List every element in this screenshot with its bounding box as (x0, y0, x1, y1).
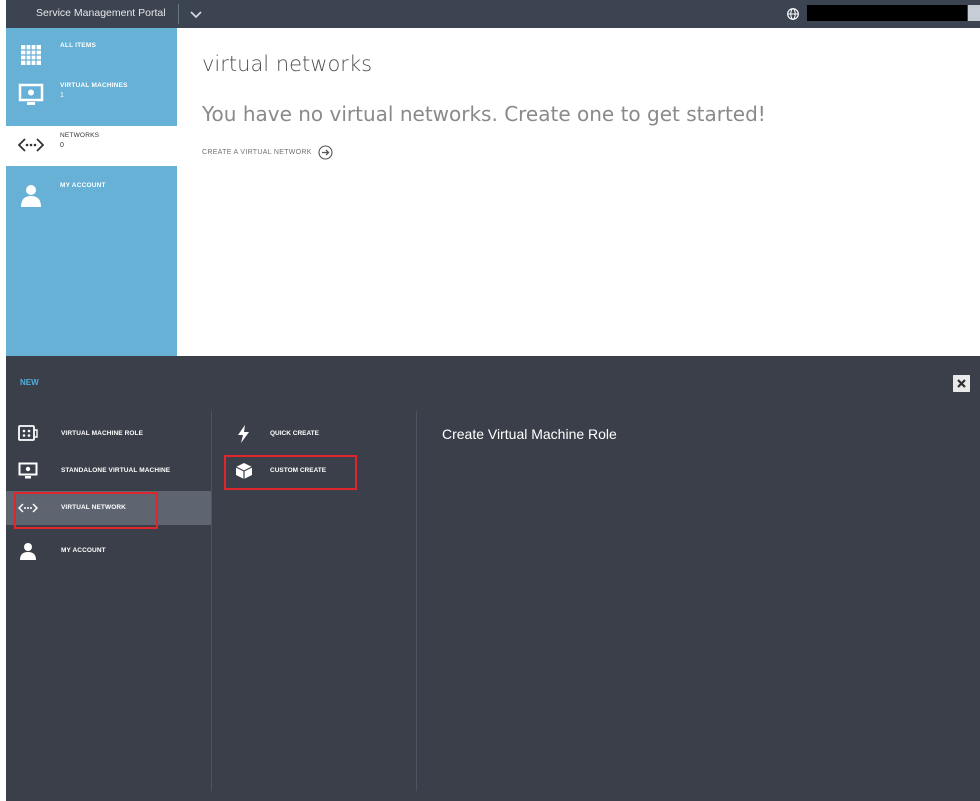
close-icon[interactable] (953, 375, 970, 392)
highlight-virtual-network (14, 492, 158, 529)
sidebar-item-label: ALL ITEMS (60, 42, 96, 49)
method-label: QUICK CREATE (270, 430, 319, 437)
monitor-icon (18, 83, 44, 105)
redacted-user-name (807, 5, 967, 21)
highlight-custom-create (224, 455, 357, 490)
lightning-icon (238, 425, 249, 443)
drawer-title: NEW (20, 378, 39, 387)
column-divider (416, 411, 417, 791)
top-bar: Service Management Portal (6, 0, 980, 28)
method-quick-create[interactable]: QUICK CREATE (218, 417, 408, 451)
category-virtual-machine-role[interactable]: VIRTUAL MACHINE ROLE (6, 417, 211, 451)
arrow-circle-icon (318, 144, 333, 160)
person-icon (20, 543, 36, 560)
sidebar-item-count: 1 (60, 92, 64, 99)
title-divider (178, 4, 179, 24)
category-my-account[interactable]: MY ACCOUNT (6, 534, 211, 568)
main-content: virtual networks You have no virtual net… (177, 28, 980, 356)
page-title: virtual networks (202, 52, 373, 76)
sidebar: ALL ITEMS VIRTUAL MACHINES 1 NETWORKS 0 … (6, 28, 177, 356)
sidebar-item-label: MY ACCOUNT (60, 182, 106, 189)
user-avatar[interactable] (968, 5, 980, 21)
vm-role-icon (18, 425, 38, 441)
app-title[interactable]: Service Management Portal (36, 7, 166, 19)
category-standalone-virtual-machine[interactable]: STANDALONE VIRTUAL MACHINE (6, 454, 211, 488)
create-virtual-network-link[interactable]: CREATE A VIRTUAL NETWORK (202, 144, 333, 160)
empty-state-message: You have no virtual networks. Create one… (202, 102, 766, 126)
new-drawer: NEW VIRTUAL MACHINE ROLE STANDALONE VIRT… (6, 356, 980, 801)
category-label: MY ACCOUNT (61, 547, 106, 554)
globe-icon[interactable] (787, 8, 799, 20)
network-icon (18, 138, 44, 152)
monitor-icon (18, 462, 38, 479)
chevron-down-icon[interactable] (188, 6, 204, 22)
sidebar-item-all-items[interactable]: ALL ITEMS (6, 36, 177, 76)
sidebar-item-networks[interactable]: NETWORKS 0 (6, 126, 177, 166)
description-title: Create Virtual Machine Role (442, 426, 617, 442)
column-divider (211, 411, 212, 791)
grid-icon (21, 45, 41, 65)
sidebar-item-virtual-machines[interactable]: VIRTUAL MACHINES 1 (6, 76, 177, 116)
create-link-label: CREATE A VIRTUAL NETWORK (202, 148, 312, 156)
sidebar-item-label: VIRTUAL MACHINES (60, 82, 128, 89)
category-label: VIRTUAL MACHINE ROLE (61, 430, 144, 437)
sidebar-item-my-account[interactable]: MY ACCOUNT (6, 176, 177, 216)
category-label: STANDALONE VIRTUAL MACHINE (61, 467, 171, 474)
sidebar-item-count: 0 (60, 142, 64, 149)
person-icon (21, 185, 41, 207)
sidebar-item-label: NETWORKS (60, 132, 100, 139)
